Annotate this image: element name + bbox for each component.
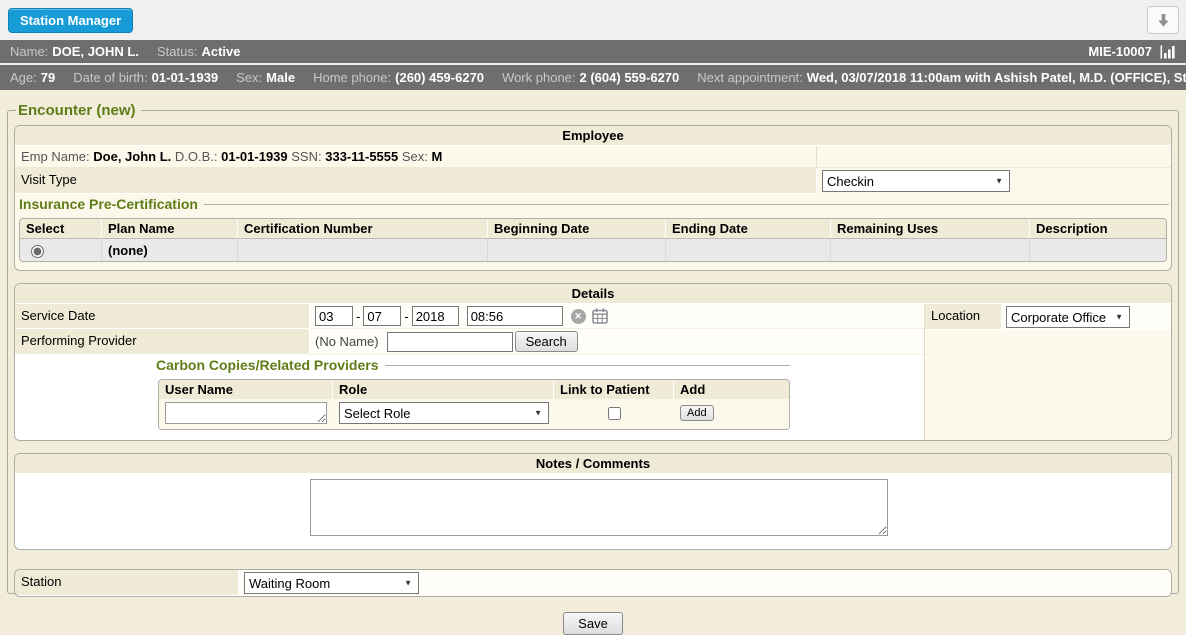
provider-no-name-text: (No Name) xyxy=(315,334,379,349)
precert-none-radio[interactable] xyxy=(31,245,44,258)
visit-type-select-wrap: Checkin xyxy=(822,170,1010,192)
cc-add-button[interactable]: Add xyxy=(680,405,714,421)
location-label: Location xyxy=(925,304,1002,330)
service-date-row: Service Date - - ✕ xyxy=(15,304,924,329)
insurance-precert-table: Select Plan Name Certification Number Be… xyxy=(19,218,1167,262)
sex: Sex: Male xyxy=(236,70,295,85)
provider-search-input[interactable] xyxy=(387,332,513,352)
carbon-copies-input-row: Select Role Add xyxy=(159,399,789,429)
insurance-precert-fieldset: Insurance Pre-Certification Select Plan … xyxy=(17,196,1169,266)
download-button[interactable] xyxy=(1147,6,1179,34)
cc-role-select-wrap: Select Role xyxy=(339,402,549,424)
patient-header-bar: Name: DOE, JOHN L. Status: Active MIE-10… xyxy=(0,40,1186,65)
service-date-day-input[interactable] xyxy=(363,306,401,326)
demographics-bar: Age: 79 Date of birth: 01-01-1939 Sex: M… xyxy=(0,65,1186,90)
details-panel: Details Service Date - - ✕ xyxy=(14,283,1172,441)
location-filler xyxy=(925,330,1171,440)
station-panel: Station Waiting Room xyxy=(14,569,1172,597)
service-time-input[interactable] xyxy=(467,306,563,326)
encounter-fieldset: Encounter (new) Employee Emp Name: Doe, … xyxy=(7,102,1179,594)
bar-chart-icon[interactable] xyxy=(1160,45,1176,59)
work-phone: Work phone: 2 (604) 559-6270 xyxy=(502,70,679,85)
visit-type-label: Visit Type xyxy=(15,168,817,194)
top-toolbar: Station Manager xyxy=(0,0,1186,40)
carbon-copies-fieldset: Carbon Copies/Related Providers User Nam… xyxy=(154,357,790,430)
employee-summary: Emp Name: Doe, John L. D.O.B.: 01-01-193… xyxy=(15,146,817,167)
employee-panel: Employee Emp Name: Doe, John L. D.O.B.: … xyxy=(14,125,1172,271)
cc-role-select[interactable]: Select Role xyxy=(339,402,549,424)
location-select-wrap: Corporate Office xyxy=(1006,306,1130,328)
employee-header: Employee xyxy=(15,126,1171,146)
next-appointment: Next appointment: Wed, 03/07/2018 11:00a… xyxy=(697,70,1186,85)
insurance-precert-header-row: Select Plan Name Certification Number Be… xyxy=(20,219,1166,238)
visit-type-row: Visit Type Checkin xyxy=(15,168,1171,194)
performing-provider-label: Performing Provider xyxy=(15,329,310,355)
insurance-precert-row: (none) xyxy=(20,238,1166,261)
visit-type-select[interactable]: Checkin xyxy=(822,170,1010,192)
encounter-legend: Encounter (new) xyxy=(16,102,141,119)
service-date-month-input[interactable] xyxy=(315,306,353,326)
provider-search-button[interactable]: Search xyxy=(515,331,578,352)
notes-panel: Notes / Comments xyxy=(14,453,1172,550)
carbon-copies-area: Carbon Copies/Related Providers User Nam… xyxy=(15,355,924,440)
employee-summary-spacer xyxy=(817,146,1171,167)
save-button[interactable]: Save xyxy=(563,612,623,635)
performing-provider-row: Performing Provider (No Name) Search xyxy=(15,329,924,355)
age: Age: 79 xyxy=(10,70,55,85)
carbon-copies-table: User Name Role Link to Patient Add xyxy=(158,379,790,430)
carbon-copies-legend: Carbon Copies/Related Providers xyxy=(154,357,385,373)
insurance-precert-legend: Insurance Pre-Certification xyxy=(17,196,204,212)
plan-name-none: (none) xyxy=(108,243,148,258)
patient-name: Name: DOE, JOHN L. xyxy=(10,44,139,59)
location-row: Location Corporate Office xyxy=(925,304,1171,330)
date-of-birth: Date of birth: 01-01-1939 xyxy=(73,70,218,85)
clear-circle-x-icon[interactable]: ✕ xyxy=(571,309,586,324)
notes-header: Notes / Comments xyxy=(15,454,1171,474)
station-manager-button[interactable]: Station Manager xyxy=(8,8,133,33)
station-row: Station Waiting Room xyxy=(15,570,1171,596)
patient-status: Status: Active xyxy=(157,44,241,59)
home-phone: Home phone: (260) 459-6270 xyxy=(313,70,484,85)
station-label: Station xyxy=(15,570,239,596)
calendar-icon[interactable] xyxy=(592,308,608,324)
service-date-label: Service Date xyxy=(15,304,310,329)
chart-id: MIE-10007 xyxy=(1088,44,1152,59)
station-select-wrap: Waiting Room xyxy=(244,572,419,594)
station-select[interactable]: Waiting Room xyxy=(244,572,419,594)
carbon-copies-header-row: User Name Role Link to Patient Add xyxy=(159,380,789,399)
location-select[interactable]: Corporate Office xyxy=(1006,306,1130,328)
details-header: Details xyxy=(15,284,1171,304)
link-to-patient-checkbox[interactable] xyxy=(608,407,621,420)
notes-textarea[interactable] xyxy=(310,479,888,536)
service-date-year-input[interactable] xyxy=(412,306,459,326)
employee-summary-row: Emp Name: Doe, John L. D.O.B.: 01-01-193… xyxy=(15,146,1171,168)
download-arrow-icon xyxy=(1156,13,1171,28)
cc-user-name-input[interactable] xyxy=(165,402,327,424)
